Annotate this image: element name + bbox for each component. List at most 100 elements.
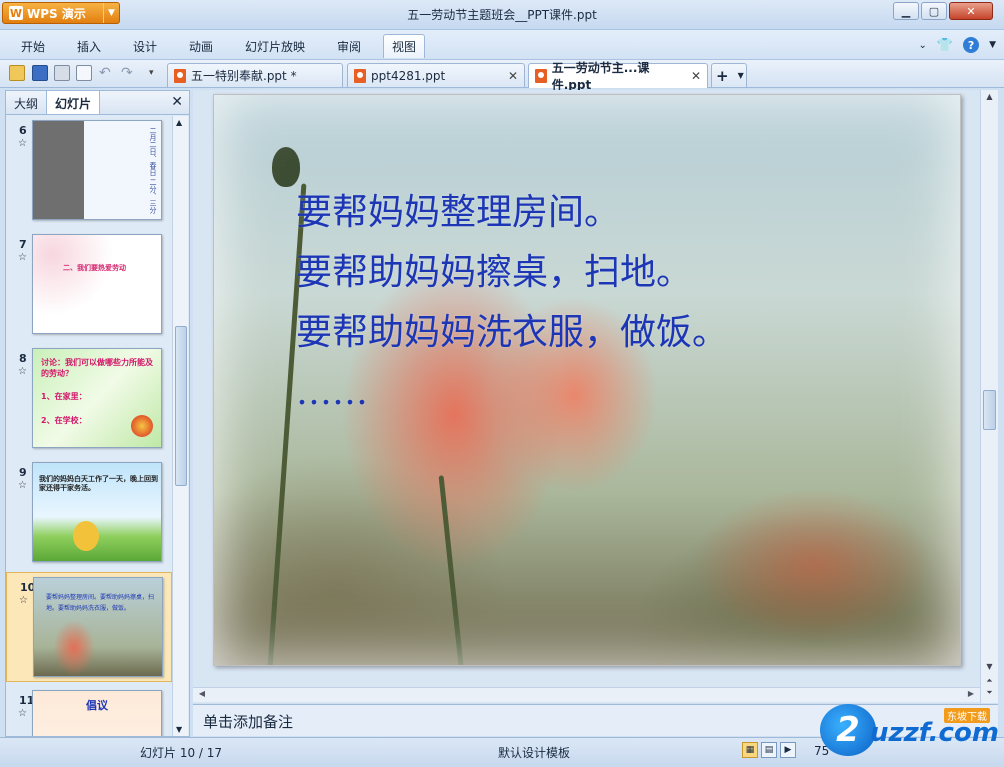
slide-thumb-10[interactable]: 10 ☆ 要帮妈妈整理房间。要帮助妈妈擦桌，扫地。要帮助妈妈洗衣服，做饭。 <box>6 572 172 682</box>
prev-slide-icon[interactable]: ⏶ <box>983 676 996 686</box>
thumb-text: 讨论：我们可以做哪些力所能及的劳动？ <box>41 358 153 378</box>
slide-thumb-9[interactable]: 9 ☆ 我们的妈妈白天工作了一天，晚上回到家还得干家务活。 <box>6 458 172 568</box>
animation-star-icon: ☆ <box>18 366 27 377</box>
slide-body-text[interactable]: 要帮妈妈整理房间。 要帮助妈妈擦桌，扫地。 要帮助妈妈洗衣服，做饭。 …… <box>296 183 728 423</box>
scroll-down-icon[interactable]: ▼ <box>983 662 996 671</box>
slide-line-2: 要帮助妈妈擦桌，扫地。 <box>296 252 693 293</box>
customize-toolbar-icon[interactable]: ▾ <box>149 65 165 81</box>
redo-icon[interactable]: ↷ <box>121 65 137 81</box>
site-watermark: 2 uzzf.com 东坡下载 <box>820 700 1000 760</box>
save-icon[interactable] <box>32 65 48 81</box>
close-icon[interactable]: ✕ <box>165 91 189 114</box>
help-dropdown-icon[interactable]: ▼ <box>989 40 996 50</box>
slide-panel-scrollbar[interactable]: ▲ ▼ <box>172 116 188 736</box>
slide-panel-tabs: 大纲 幻灯片 ✕ <box>6 91 189 115</box>
undo-icon[interactable]: ↶ <box>99 65 115 81</box>
menu-view[interactable]: 视图 <box>383 34 426 58</box>
close-button[interactable]: ✕ <box>949 2 993 20</box>
animation-star-icon: ☆ <box>18 252 27 263</box>
open-icon[interactable] <box>9 65 25 81</box>
slideshow-icon[interactable]: ▶ <box>780 742 796 758</box>
slide-number: 8 <box>19 352 27 365</box>
next-slide-icon[interactable]: ⏷ <box>983 688 996 698</box>
thumb-text: 倡议 <box>86 699 108 712</box>
thumb-text: 要帮妈妈整理房间。要帮助妈妈擦桌，扫地。要帮助妈妈洗衣服，做饭。 <box>46 594 155 612</box>
doc-tab-label: 五一特别奉献.ppt * <box>191 69 297 83</box>
close-tab-icon[interactable]: ✕ <box>508 69 518 83</box>
quick-access-toolbar: ↶ ↷ ▾ 五一特别奉献.ppt * ppt4281.ppt ✕ 五一劳动节主.… <box>0 60 1004 92</box>
window-controls: ▁ ▢ ✕ <box>893 2 993 20</box>
slide-thumbnails: 6 ☆ 二月二日、春日 二分、三分 7 ☆ 二、我们要热爱劳动 8 ☆ 讨论：我… <box>6 116 172 736</box>
menu-review[interactable]: 审阅 <box>337 38 361 55</box>
tab-slides[interactable]: 幻灯片 <box>46 91 101 114</box>
watermark-badge: 东坡下载 <box>944 708 990 723</box>
slide-thumb-image: 讨论：我们可以做哪些力所能及的劳动？ 1、在家里： 2、在学校： <box>32 348 162 448</box>
maximize-button[interactable]: ▢ <box>921 2 947 20</box>
thumb-text: 我们的妈妈白天工作了一天，晚上回到家还得干家务活。 <box>39 475 158 492</box>
scrollbar-thumb[interactable] <box>983 390 996 430</box>
slide-thumb-image: 二、我们要热爱劳动 <box>32 234 162 334</box>
normal-view-icon[interactable]: ▦ <box>742 742 758 758</box>
scroll-up-icon[interactable]: ▲ <box>983 92 996 101</box>
animation-star-icon: ☆ <box>19 595 28 606</box>
template-name[interactable]: 默认设计模板 <box>498 744 570 761</box>
thumb-item: 2、在学校： <box>41 416 87 425</box>
cartoon-bear-icon <box>73 521 99 551</box>
window-title: 五一劳动节主题班会__PPT课件.ppt <box>407 8 597 22</box>
slide-thumb-7[interactable]: 7 ☆ 二、我们要热爱劳动 <box>6 230 172 340</box>
scroll-down-icon[interactable]: ▼ <box>176 725 182 734</box>
scroll-up-icon[interactable]: ▲ <box>176 118 182 127</box>
uzzf-logo-icon: 2 <box>820 704 876 756</box>
chevron-down-icon: ▼ <box>737 71 744 80</box>
animation-star-icon: ☆ <box>18 708 27 719</box>
tab-outline[interactable]: 大纲 <box>6 91 46 114</box>
print-preview-icon[interactable] <box>76 65 92 81</box>
slide-line-4: …… <box>296 372 368 413</box>
thumb-item: 1、在家里： <box>41 392 87 401</box>
slide-thumb-image: 我们的妈妈白天工作了一天，晚上回到家还得干家务活。 <box>32 462 162 562</box>
scroll-left-icon[interactable]: ◀ <box>195 689 209 701</box>
menu-home[interactable]: 开始 <box>21 38 45 55</box>
help-icon[interactable]: ? <box>963 37 980 53</box>
scrollbar-thumb[interactable] <box>175 326 187 486</box>
close-tab-icon[interactable]: ✕ <box>691 69 701 83</box>
doc-tab-2[interactable]: ppt4281.ppt ✕ <box>347 63 525 87</box>
slide-number: 6 <box>19 124 27 137</box>
ribbon-right-controls: ⌄ 👕 ? ▼ <box>919 37 996 53</box>
new-tab-button[interactable]: + ▼ <box>711 63 747 87</box>
menu-insert[interactable]: 插入 <box>77 38 101 55</box>
slide-number: 9 <box>19 466 27 479</box>
minimize-button[interactable]: ▁ <box>893 2 919 20</box>
menu-design[interactable]: 设计 <box>133 38 157 55</box>
ribbon-menu: 开始 插入 设计 动画 幻灯片放映 审阅 视图 ⌄ 👕 ? ▼ <box>0 30 1004 60</box>
slide-thumb-image: 倡议 <box>32 690 162 736</box>
skin-icon[interactable]: 👕 <box>937 38 953 53</box>
slide-panel: 大纲 幻灯片 ✕ 6 ☆ 二月二日、春日 二分、三分 7 ☆ 二、我们要热爱劳动… <box>5 90 190 737</box>
ppt-file-icon <box>174 68 186 83</box>
doc-tab-3[interactable]: 五一劳动节主...课件.ppt ✕ <box>528 61 708 92</box>
menu-animation[interactable]: 动画 <box>189 38 213 55</box>
view-buttons: ▦ ▤ ▶ <box>742 742 796 758</box>
doc-tab-label: ppt4281.ppt <box>371 68 446 83</box>
doc-tab-1[interactable]: 五一特别奉献.ppt * <box>167 63 343 87</box>
current-slide[interactable]: 要帮妈妈整理房间。 要帮助妈妈擦桌，扫地。 要帮助妈妈洗衣服，做饭。 …… <box>213 94 961 666</box>
slide-thumb-image: 二月二日、春日 二分、三分 <box>32 120 162 220</box>
flower-icon <box>131 415 153 437</box>
slide-line-1: 要帮妈妈整理房间。 <box>296 192 621 233</box>
chevron-down-icon[interactable]: ⌄ <box>919 40 927 51</box>
print-icon[interactable] <box>54 65 70 81</box>
slide-line-3: 要帮助妈妈洗衣服，做饭。 <box>296 312 729 353</box>
doc-tab-label: 五一劳动节主...课件.ppt <box>551 61 650 92</box>
title-bar: W WPS 演示 ▼ 五一劳动节主题班会__PPT课件.ppt ▁ ▢ ✕ <box>0 0 1004 30</box>
slide-thumb-11[interactable]: 11 ☆ 倡议 <box>6 686 172 736</box>
slide-sorter-icon[interactable]: ▤ <box>761 742 777 758</box>
ppt-file-icon <box>354 68 366 83</box>
slide-thumb-image: 要帮妈妈整理房间。要帮助妈妈擦桌，扫地。要帮助妈妈洗衣服，做饭。 <box>33 577 163 677</box>
slide-thumb-6[interactable]: 6 ☆ 二月二日、春日 二分、三分 <box>6 116 172 226</box>
slide-counter: 幻灯片 10 / 17 <box>140 746 223 760</box>
ppt-file-icon <box>535 69 547 83</box>
vertical-scrollbar[interactable]: ▲ ▼ ⏶ ⏷ <box>980 90 998 703</box>
animation-star-icon: ☆ <box>18 480 27 491</box>
menu-slideshow[interactable]: 幻灯片放映 <box>245 38 305 55</box>
slide-thumb-8[interactable]: 8 ☆ 讨论：我们可以做哪些力所能及的劳动？ 1、在家里： 2、在学校： <box>6 344 172 454</box>
